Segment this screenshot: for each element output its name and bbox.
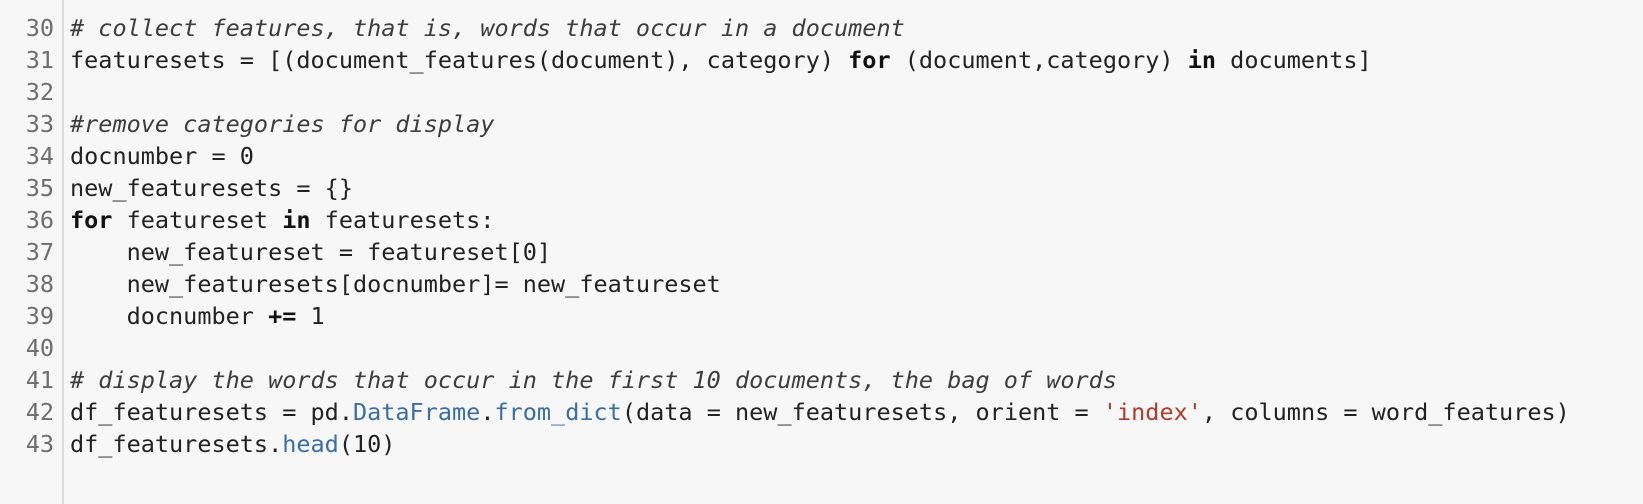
line-number: 38 — [25, 270, 54, 298]
code-token-keyword: in — [282, 206, 311, 234]
code-token-string: 'index' — [1102, 398, 1202, 426]
code-line[interactable]: 38 new_featuresets[docnumber]= new_featu… — [0, 268, 1643, 300]
code-token-keyword: for — [70, 206, 113, 234]
code-line[interactable]: 31 featuresets = [(document_features(docu… — [0, 44, 1643, 76]
line-number: 40 — [25, 334, 54, 362]
line-number: 33 — [25, 110, 54, 138]
code-token-plain: new_featuresets[docnumber]= new_features… — [70, 270, 721, 298]
code-text: #remove categories for display — [70, 108, 1643, 140]
code-token-plain: . — [480, 398, 495, 426]
code-token-keyword: in — [1187, 46, 1217, 74]
code-line[interactable]: 32 — [0, 76, 1643, 108]
code-token-builtin: head — [282, 430, 339, 458]
line-number: 30 — [25, 14, 54, 42]
line-number: 31 — [25, 46, 54, 74]
code-line[interactable]: 34 docnumber = 0 — [0, 140, 1643, 172]
line-number: 36 — [25, 206, 54, 234]
code-text: # collect features, that is, words that … — [70, 12, 1643, 44]
code-token-plain: new_featuresets = {} — [70, 174, 353, 202]
line-number: 43 — [25, 430, 54, 458]
code-token-plain: , columns = word_features) — [1201, 398, 1570, 426]
code-token-builtin: from_dict — [494, 398, 622, 426]
code-token-plain: new_featureset = featureset[0] — [70, 238, 552, 266]
code-token-plain: featuresets = [(document_features(docume… — [70, 46, 849, 74]
code-token-comment: #remove categories for display — [70, 110, 495, 138]
code-text: docnumber += 1 — [70, 300, 1643, 332]
code-token-plain: (10) — [338, 430, 396, 458]
line-number: 34 — [25, 142, 54, 170]
code-lines: 30 # collect features, that is, words tha… — [0, 12, 1643, 460]
line-number: 41 — [25, 366, 54, 394]
code-token-comment: # display the words that occur in the fi… — [70, 366, 1117, 394]
code-line[interactable]: 36 for featureset in featuresets: — [0, 204, 1643, 236]
line-number: 32 — [25, 78, 54, 106]
line-number: 37 — [25, 238, 54, 266]
code-line[interactable]: 37 new_featureset = featureset[0] — [0, 236, 1643, 268]
code-text: # display the words that occur in the fi… — [70, 364, 1643, 396]
line-number: 35 — [25, 174, 54, 202]
code-line[interactable]: 39 docnumber += 1 — [0, 300, 1643, 332]
code-text: new_featuresets = {} — [70, 172, 1643, 204]
code-editor[interactable]: 30 # collect features, that is, words tha… — [0, 0, 1643, 504]
code-token-builtin: DataFrame — [352, 398, 481, 426]
code-token-plain: featuresets: — [310, 206, 495, 234]
code-line[interactable]: 43 df_featuresets.head(10) — [0, 428, 1643, 460]
code-line[interactable]: 41 # display the words that occur in the … — [0, 364, 1643, 396]
code-line[interactable]: 35 new_featuresets = {} — [0, 172, 1643, 204]
code-text: new_featureset = featureset[0] — [70, 236, 1643, 268]
code-line[interactable]: 42 df_featuresets = pd.DataFrame.from_dic… — [0, 396, 1643, 428]
code-token-keyword: for — [848, 46, 891, 74]
code-text: for featureset in featuresets: — [70, 204, 1643, 236]
code-token-plain: df_featuresets = pd. — [70, 398, 353, 426]
code-token-plain: docnumber — [70, 302, 269, 330]
code-token-plain: (data = new_featuresets, orient = — [621, 398, 1103, 426]
code-token-plain: (document,category) — [890, 46, 1188, 74]
code-line[interactable]: 33 #remove categories for display — [0, 108, 1643, 140]
code-text: new_featuresets[docnumber]= new_features… — [70, 268, 1643, 300]
code-line[interactable]: 30 # collect features, that is, words tha… — [0, 12, 1643, 44]
code-text: df_featuresets.head(10) — [70, 428, 1643, 460]
code-token-plain: docnumber = 0 — [70, 142, 254, 170]
code-line[interactable]: 40 — [0, 332, 1643, 364]
gutter-divider — [62, 0, 64, 504]
code-token-plain: featureset — [112, 206, 283, 234]
code-token-plain: documents] — [1216, 46, 1372, 74]
code-text: docnumber = 0 — [70, 140, 1643, 172]
code-text: featuresets = [(document_features(docume… — [70, 44, 1643, 76]
code-token-plain: 1 — [296, 302, 325, 330]
code-token-comment: # collect features, that is, words that … — [70, 14, 905, 42]
code-text: df_featuresets = pd.DataFrame.from_dict(… — [70, 396, 1643, 428]
code-token-keyword: += — [268, 302, 297, 330]
line-number: 42 — [25, 398, 54, 426]
code-token-plain: df_featuresets. — [70, 430, 283, 458]
line-number: 39 — [25, 302, 54, 330]
